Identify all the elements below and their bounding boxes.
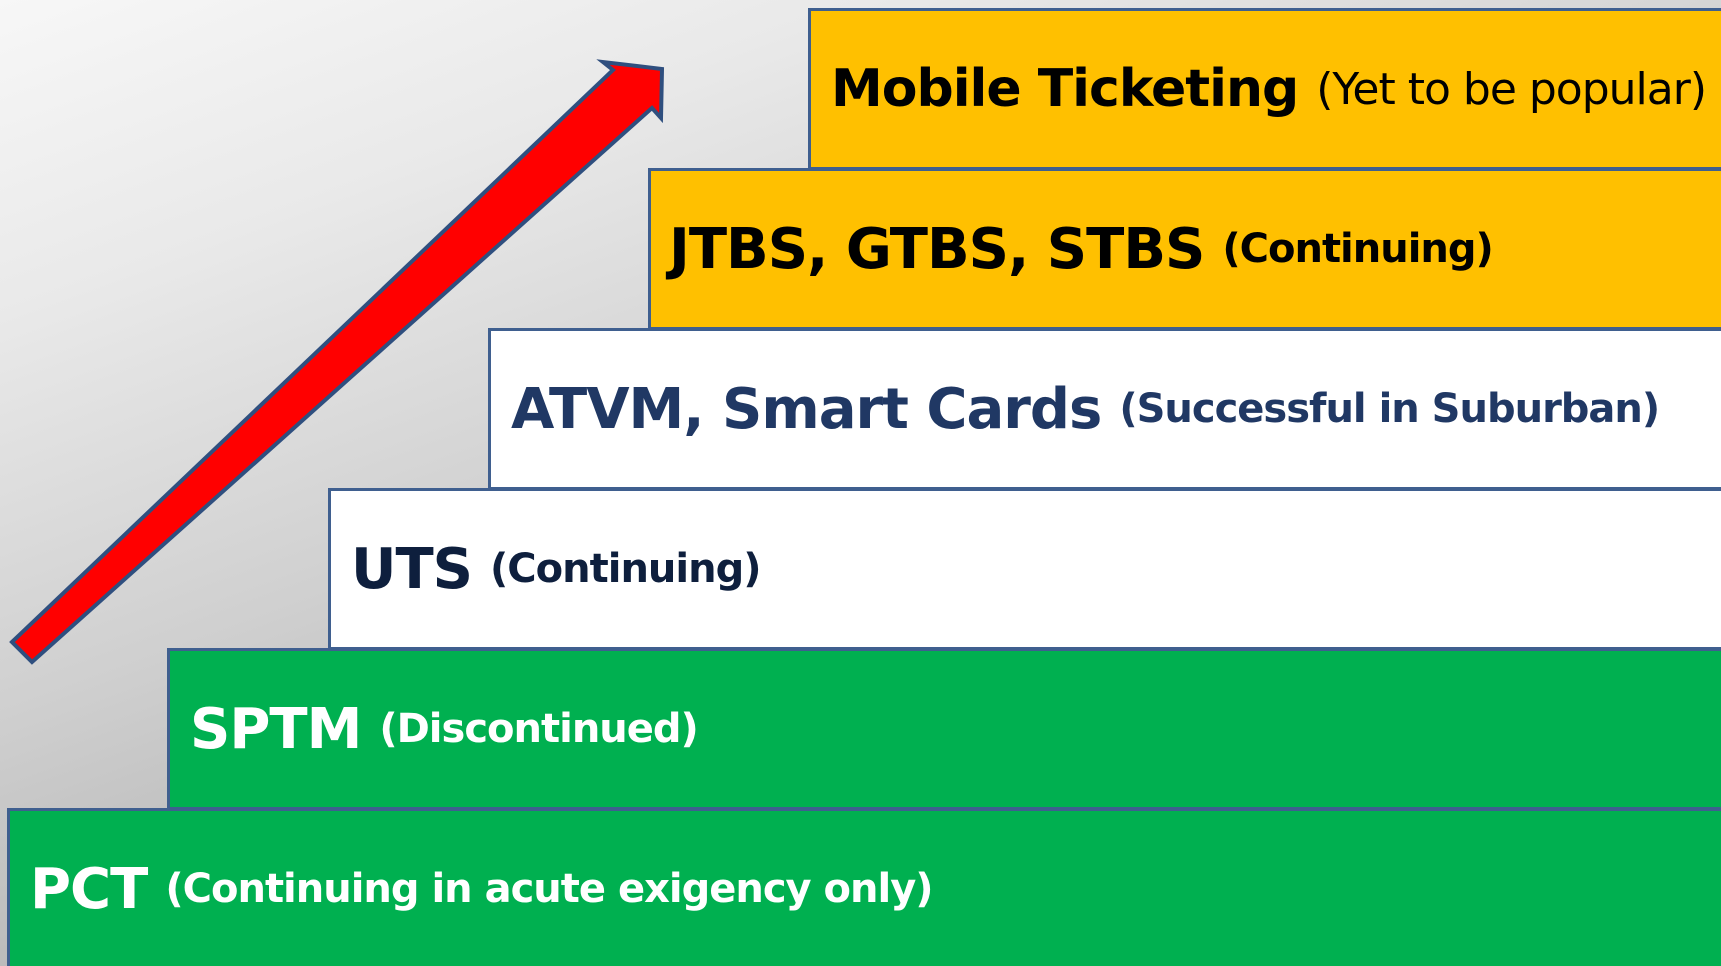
step-jtbs-gtbs-stbs: JTBS, GTBS, STBS (Continuing)	[648, 168, 1721, 330]
step-label: PCT	[30, 856, 148, 922]
step-note: (Yet to be popular)	[1316, 63, 1707, 115]
step-note: (Continuing)	[490, 546, 761, 592]
step-note: (Continuing in acute exigency only)	[165, 866, 933, 912]
step-label: SPTM	[190, 696, 362, 762]
step-label: JTBS, GTBS, STBS	[669, 216, 1205, 282]
step-label: ATVM, Smart Cards	[511, 376, 1102, 442]
step-atvm-smart-cards: ATVM, Smart Cards (Successful in Suburba…	[488, 328, 1721, 490]
step-mobile-ticketing: Mobile Ticketing (Yet to be popular)	[808, 8, 1721, 170]
step-label: UTS	[351, 536, 473, 602]
step-uts: UTS (Continuing)	[328, 488, 1721, 650]
step-note: (Continuing)	[1222, 226, 1493, 272]
staircase-diagram: Mobile Ticketing (Yet to be popular) JTB…	[0, 0, 1721, 966]
step-note: (Discontinued)	[379, 706, 698, 752]
step-label: Mobile Ticketing	[831, 59, 1299, 119]
step-note: (Successful in Suburban)	[1119, 386, 1660, 432]
step-sptm: SPTM (Discontinued)	[167, 648, 1721, 810]
step-pct: PCT (Continuing in acute exigency only)	[7, 808, 1721, 966]
